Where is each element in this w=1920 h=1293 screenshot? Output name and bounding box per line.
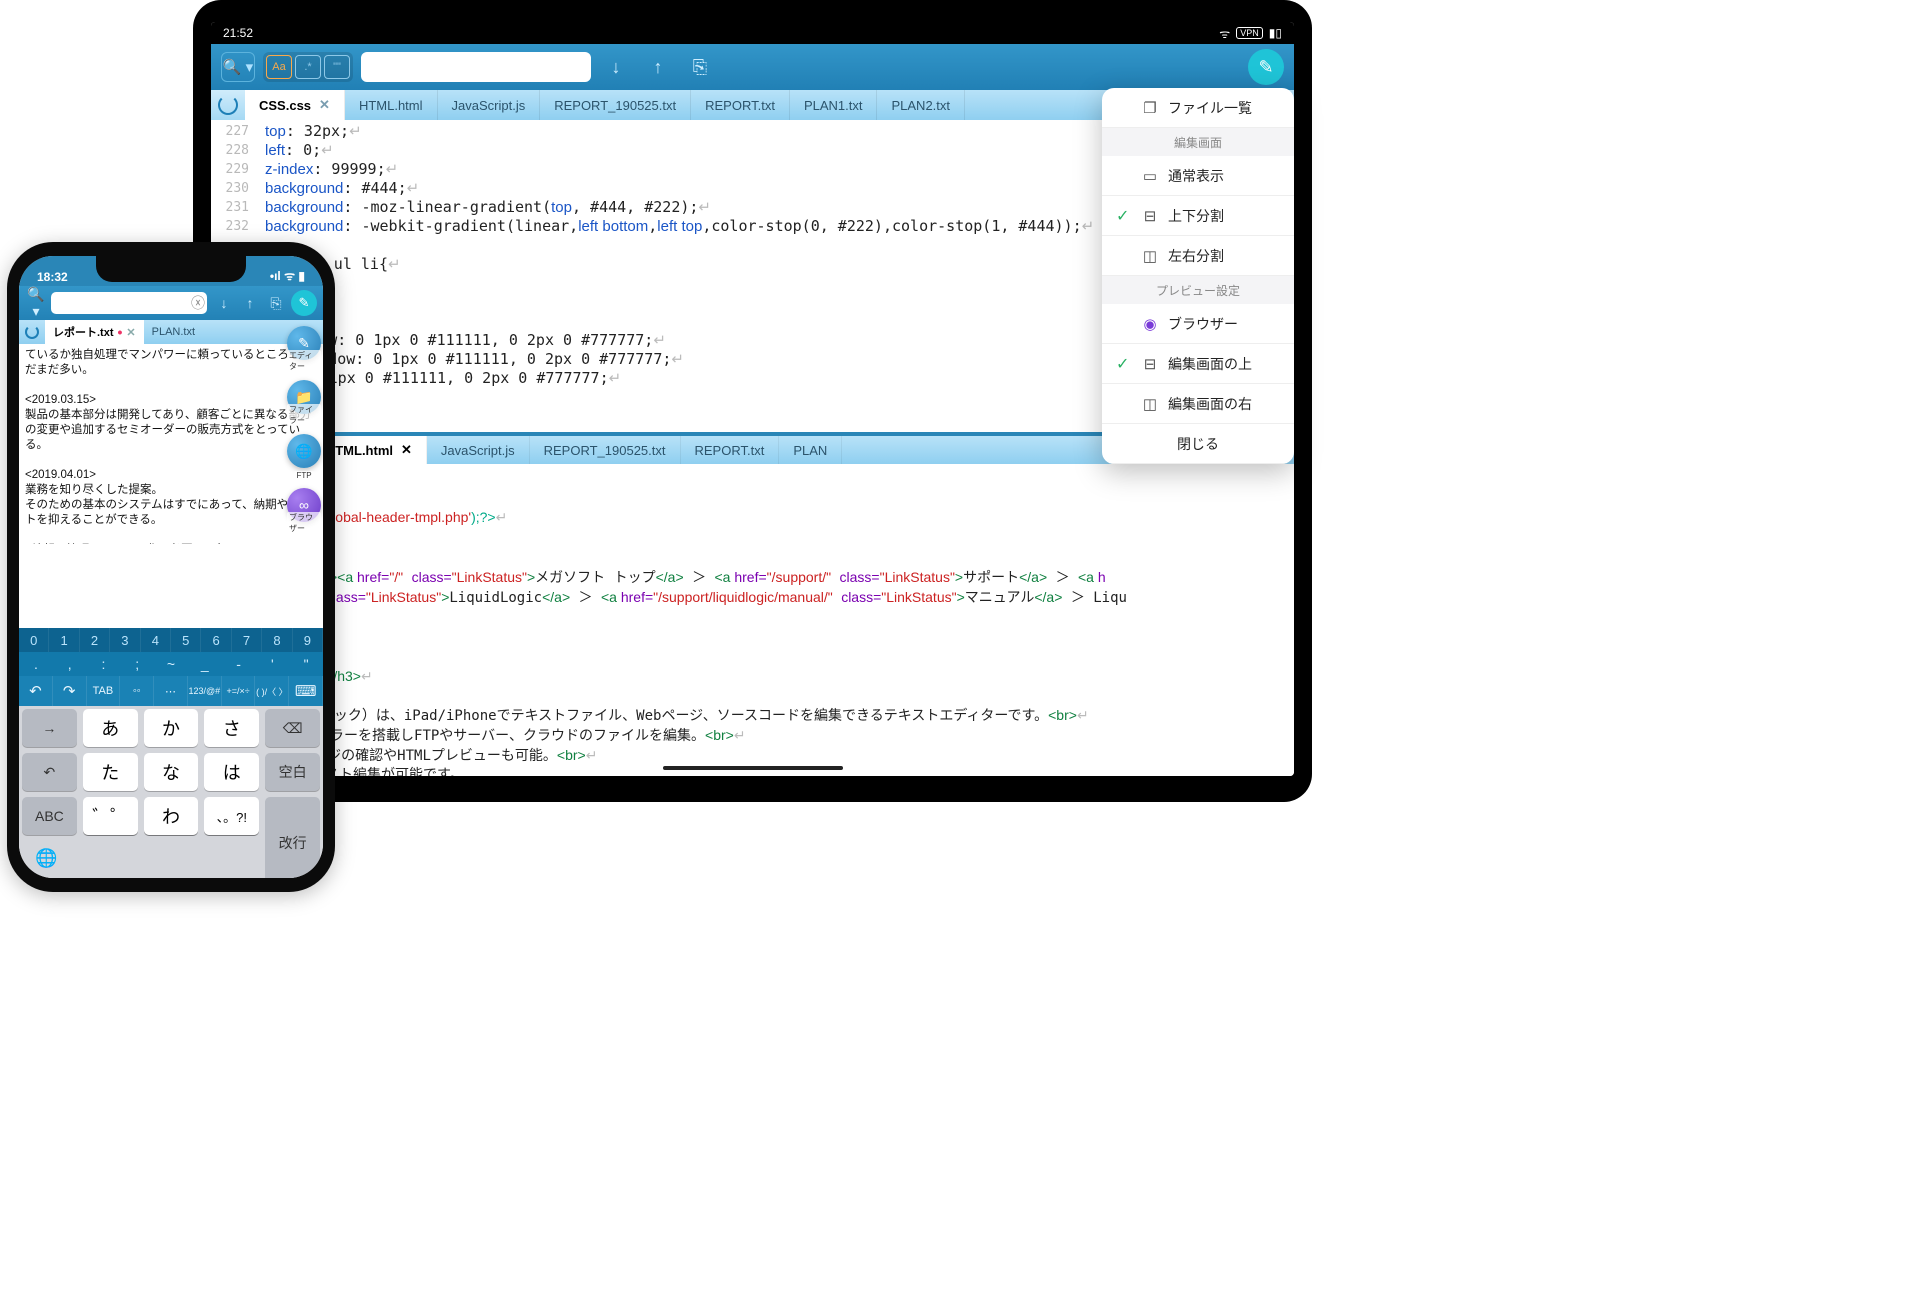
tab-report1[interactable]: REPORT_190525.txt — [540, 90, 691, 120]
home-indicator[interactable] — [663, 766, 843, 770]
wifi-icon: ᯤ — [1219, 25, 1230, 42]
close-icon[interactable]: ✕ — [401, 442, 412, 458]
iphone-search-input[interactable] — [51, 292, 207, 314]
menu-section-edit: 編集画面 — [1102, 128, 1294, 156]
tab-css[interactable]: CSS.css✕ — [245, 90, 345, 120]
arrow-up-icon[interactable]: ↑ — [239, 295, 261, 311]
menu-browser[interactable]: ◉ブラウザー — [1102, 304, 1294, 344]
arrow-down-icon[interactable]: ↓ — [213, 295, 235, 311]
tab-js[interactable]: JavaScript.js — [438, 90, 541, 120]
split-tab-plan[interactable]: PLAN — [779, 436, 842, 464]
floating-bubbles: ✎エディター 📁ファイラー 🌐FTP ∞ブラウザー — [287, 326, 321, 522]
iphone-toolbar: 🔍▾ ⓧ ↓ ↑ ⎘ ✎ — [19, 286, 323, 320]
key-delete[interactable]: ⌫ — [265, 709, 320, 747]
key-return[interactable]: 改行 — [265, 797, 320, 878]
vpn-badge: VPN — [1236, 27, 1263, 39]
split-tab-report2[interactable]: REPORT.txt — [681, 436, 780, 464]
iphone-frame: 18:32 •ıl ᯤ ▮ 🔍▾ ⓧ ↓ ↑ ⎘ ✎ レポート.txt•✕ PL… — [7, 242, 335, 892]
globe-icon[interactable]: 🌐 — [35, 848, 57, 869]
menu-close[interactable]: 閉じる — [1102, 424, 1294, 464]
app-logo-icon[interactable] — [19, 320, 45, 344]
arrow-up-icon[interactable]: ↑ — [641, 52, 675, 82]
key-arrow[interactable]: → — [22, 709, 77, 747]
arrow-down-icon[interactable]: ↓ — [599, 52, 633, 82]
keyboard-function-row[interactable]: ↶↷TAB◦◦⋯123/@#+=/×÷( )/〈 〉⌨ — [19, 676, 323, 706]
line-gutter: 227228229230231232 — [211, 122, 255, 236]
search-options: Aa .* "" — [263, 52, 353, 82]
menu-file-list[interactable]: ❐ファイル一覧 — [1102, 88, 1294, 128]
key-space[interactable]: 空白 — [265, 753, 320, 791]
bubble-filer[interactable]: 📁ファイラー — [287, 380, 321, 414]
tab-plan1[interactable]: PLAN1.txt — [790, 90, 878, 120]
ipad-time: 21:52 — [223, 26, 253, 40]
key-undo[interactable]: ↶ — [22, 753, 77, 791]
iphone-time: 18:32 — [37, 270, 68, 284]
split-tab-report1[interactable]: REPORT_190525.txt — [530, 436, 681, 464]
menu-section-preview: プレビュー設定 — [1102, 276, 1294, 304]
iphone-tab-plan[interactable]: PLAN.txt — [144, 320, 203, 344]
search-icon[interactable]: 🔍▾ — [25, 286, 47, 320]
compose-button[interactable]: ✎ — [291, 290, 317, 316]
iphone-screen: 18:32 •ıl ᯤ ▮ 🔍▾ ⓧ ↓ ↑ ⎘ ✎ レポート.txt•✕ PL… — [19, 256, 323, 878]
key-ta[interactable]: た — [83, 753, 138, 791]
iphone-notch — [96, 256, 246, 282]
split-tab-js[interactable]: JavaScript.js — [427, 436, 530, 464]
ipad-frame: 21:52 ᯤ VPN ▮▯ 🔍 ▾ Aa .* "" ↓ ↑ ⎘ ✎ CSS.… — [193, 0, 1312, 802]
compose-button[interactable]: ✎ — [1248, 49, 1284, 85]
key-dakuten[interactable]: ゛゜ — [83, 797, 138, 835]
key-abc[interactable]: ABC — [22, 797, 77, 835]
iphone-text-body[interactable]: ているか独自処理でマンパワーに頼っているところもまだまだ多い。 <2019.03… — [19, 344, 323, 544]
tab-plan2[interactable]: PLAN2.txt — [877, 90, 965, 120]
key-punct[interactable]: 、。?! — [204, 797, 259, 835]
search-input[interactable] — [361, 52, 591, 82]
menu-split-vertical[interactable]: ✓⊟上下分割 — [1102, 196, 1294, 236]
key-ka[interactable]: か — [144, 709, 199, 747]
html-code-content[interactable]: "page_top"></a>↵ d block]-->↵ lude_once(… — [211, 464, 1294, 776]
iphone-tabs: レポート.txt•✕ PLAN.txt ＋ — [19, 320, 323, 344]
key-wa[interactable]: わ — [144, 797, 199, 835]
replace-icon[interactable]: ⎘ — [265, 295, 287, 312]
key-ha[interactable]: は — [204, 753, 259, 791]
menu-preview-right[interactable]: ◫編集画面の右 — [1102, 384, 1294, 424]
battery-icon: ▮▯ — [1269, 26, 1282, 40]
clear-icon[interactable]: ⓧ — [187, 293, 209, 313]
bubble-ftp[interactable]: 🌐FTP — [287, 434, 321, 468]
menu-preview-above[interactable]: ✓⊟編集画面の上 — [1102, 344, 1294, 384]
app-logo-icon[interactable] — [211, 90, 245, 120]
search-opt-word[interactable]: "" — [324, 55, 350, 79]
search-opt-regex[interactable]: .* — [295, 55, 321, 79]
bubble-editor[interactable]: ✎エディター — [287, 326, 321, 360]
japanese-keyboard[interactable]: → あ か さ ⌫ ↶ た な は 空白 ま や ら — [19, 706, 323, 878]
close-icon[interactable]: ✕ — [126, 326, 135, 339]
ipad-toolbar: 🔍 ▾ Aa .* "" ↓ ↑ ⎘ ✎ — [211, 44, 1294, 90]
menu-split-horizontal[interactable]: ◫左右分割 — [1102, 236, 1294, 276]
menu-normal-view[interactable]: ▭通常表示 — [1102, 156, 1294, 196]
ipad-statusbar: 21:52 ᯤ VPN ▮▯ — [211, 22, 1294, 44]
replace-icon[interactable]: ⎘ — [683, 52, 717, 82]
search-button[interactable]: 🔍 ▾ — [221, 52, 255, 82]
close-icon[interactable]: ✕ — [319, 97, 330, 113]
bubble-browser[interactable]: ∞ブラウザー — [287, 488, 321, 522]
editor-bottom-pane: CSS.css ∞HTML.html✕ JavaScript.js REPORT… — [211, 432, 1294, 776]
tab-html[interactable]: HTML.html — [345, 90, 438, 120]
search-opt-case[interactable]: Aa — [266, 55, 292, 79]
key-sa[interactable]: さ — [204, 709, 259, 747]
iphone-tab-report[interactable]: レポート.txt•✕ — [45, 320, 144, 344]
keyboard-symbol-row[interactable]: .,:;~_-'" — [19, 652, 323, 676]
keyboard-number-row[interactable]: 0123456789 — [19, 628, 323, 652]
iphone-status-icons: •ıl ᯤ ▮ — [270, 267, 305, 284]
layout-dropdown-menu: ❐ファイル一覧 編集画面 ▭通常表示 ✓⊟上下分割 ◫左右分割 プレビュー設定 … — [1102, 88, 1294, 464]
key-na[interactable]: な — [144, 753, 199, 791]
tab-report2[interactable]: REPORT.txt — [691, 90, 790, 120]
key-a[interactable]: あ — [83, 709, 138, 747]
